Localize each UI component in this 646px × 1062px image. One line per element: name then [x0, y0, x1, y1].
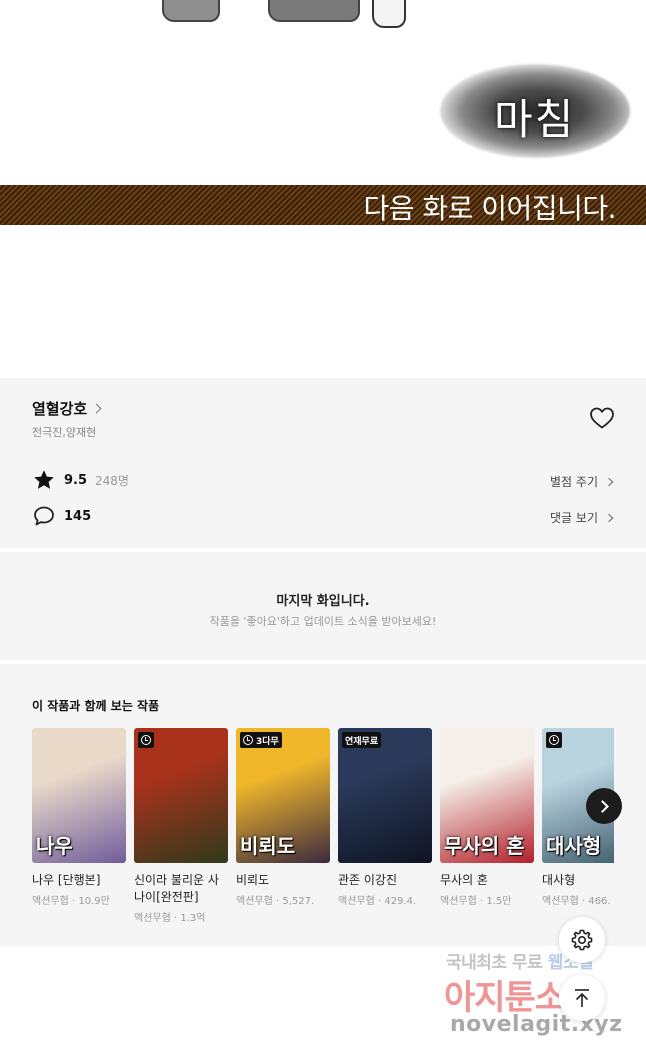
- star-icon: [34, 470, 54, 489]
- recommendations-section: 이 작품과 함께 보는 작품 나우나우 [단행본] 액션무협 · 10.9만 신이라…: [0, 664, 646, 946]
- work-title-link[interactable]: 열혈강호: [32, 398, 102, 419]
- cover-title-art: 비뢰도: [240, 834, 296, 858]
- recommendation-card[interactable]: 신이라 불리운 사나이[완전판] 액션무협 · 1.3억: [134, 728, 228, 924]
- comments-button[interactable]: 댓글 보기: [550, 509, 614, 526]
- chevron-right-icon: [91, 403, 102, 414]
- next-episode-banner: 다음 화로 이어집니다.: [0, 185, 646, 225]
- gear-icon: [571, 929, 593, 951]
- recommendation-cover: 3다무비뢰도: [236, 728, 330, 863]
- recommendation-meta: 액션무협 · 5,527.: [236, 896, 315, 907]
- clock-icon: [141, 735, 151, 745]
- rate-button[interactable]: 별점 주기: [550, 473, 614, 490]
- recommendation-title: 관존 이강진: [338, 873, 398, 887]
- comic-end-panel: 마침 다음 화로 이어집니다.: [0, 0, 646, 378]
- comic-shoe: [268, 0, 360, 22]
- recommendations-heading: 이 작품과 함께 보는 작품: [32, 699, 160, 713]
- recommendation-meta: 액션무협 · 1.5만: [440, 896, 512, 907]
- comic-shoe: [162, 0, 220, 22]
- recommendation-meta: 액션무협 · 10.9만: [32, 896, 110, 907]
- recommendations-carousel: 나우나우 [단행본] 액션무협 · 10.9만 신이라 불리운 사나이[완전판] 액션…: [32, 728, 614, 938]
- comic-shoe: [372, 0, 406, 28]
- scroll-top-button[interactable]: [559, 975, 605, 1021]
- badge-label: 연재무료: [345, 736, 379, 747]
- rating-count: 248명: [95, 473, 129, 488]
- cover-badge: 3다무: [240, 732, 282, 748]
- cover-badge: [138, 732, 154, 748]
- recommendation-title: 신이라 불리운 사나이[완전판]: [134, 873, 219, 904]
- chevron-right-icon: [604, 477, 614, 486]
- chevron-right-icon: [604, 513, 614, 522]
- banner-text: 다음 화로 이어집니다.: [363, 192, 616, 225]
- cover-title-art: 무사의 혼: [444, 834, 525, 858]
- cover-art: [338, 728, 432, 863]
- settings-button[interactable]: [559, 917, 605, 963]
- end-word: 마침: [494, 95, 576, 144]
- last-episode-subtitle: 작품을 '좋아요'하고 업데이트 소식을 받아보세요!: [209, 615, 437, 628]
- last-episode-title: 마지막 화입니다.: [276, 594, 370, 609]
- recommendation-title: 대사형: [542, 873, 576, 887]
- recommendation-cover: 나우: [32, 728, 126, 863]
- recommendation-card[interactable]: 3다무 비뢰도 비뢰도 액션무협 · 5,527.: [236, 728, 330, 907]
- recommendation-meta: 액션무협 · 466.: [542, 896, 611, 907]
- work-title: 열혈강호: [32, 400, 88, 418]
- recommendation-meta: 액션무협 · 429.4.: [338, 896, 417, 907]
- recommendation-title: 무사의 혼: [440, 873, 488, 887]
- recommendation-cover: 연재무료: [338, 728, 432, 863]
- recommendation-title: 비뢰도: [236, 873, 270, 887]
- carousel-next-button[interactable]: [586, 788, 622, 824]
- recommendation-meta: 액션무협 · 1.3억: [134, 913, 206, 924]
- rating-row: 9.5 248명: [32, 468, 129, 492]
- cover-badge: 연재무료: [342, 732, 382, 748]
- comment-icon: [34, 506, 54, 526]
- recommendation-cover: [134, 728, 228, 863]
- recommendation-title: 나우 [단행본]: [32, 873, 101, 887]
- chevron-right-icon: [595, 799, 609, 813]
- work-authors: 전극진,양재현: [32, 426, 97, 439]
- cover-art: [134, 728, 228, 863]
- cover-title-art: 나우: [36, 834, 73, 858]
- clock-icon: [549, 735, 559, 745]
- badge-label: 3다무: [256, 736, 279, 747]
- work-info-panel: 열혈강호 전극진,양재현 9.5 248명 별점 주기 145 댓글 보기: [0, 378, 646, 548]
- comic-feet-art: [150, 0, 410, 30]
- comment-count: 145: [64, 508, 92, 524]
- last-episode-notice: 마지막 화입니다. 작품을 '좋아요'하고 업데이트 소식을 받아보세요!: [0, 552, 646, 660]
- recommendation-card[interactable]: 무사의 혼 무사의 혼 액션무협 · 1.5만: [440, 728, 534, 907]
- clock-icon: [243, 735, 253, 745]
- comment-row: 145: [32, 504, 91, 528]
- arrow-up-icon: [575, 989, 589, 1007]
- comments-button-label: 댓글 보기: [550, 511, 598, 525]
- recommendation-card[interactable]: 나우나우 [단행본] 액션무협 · 10.9만: [32, 728, 126, 907]
- rating-value: 9.5: [64, 472, 88, 488]
- heart-icon[interactable]: [589, 406, 615, 430]
- cover-badge: [546, 732, 562, 748]
- cover-title-art: 대사형: [546, 834, 602, 858]
- rate-button-label: 별점 주기: [550, 475, 598, 489]
- recommendation-card[interactable]: 연재무료관존 이강진액션무협 · 429.4.: [338, 728, 432, 907]
- recommendation-cover: 무사의 혼: [440, 728, 534, 863]
